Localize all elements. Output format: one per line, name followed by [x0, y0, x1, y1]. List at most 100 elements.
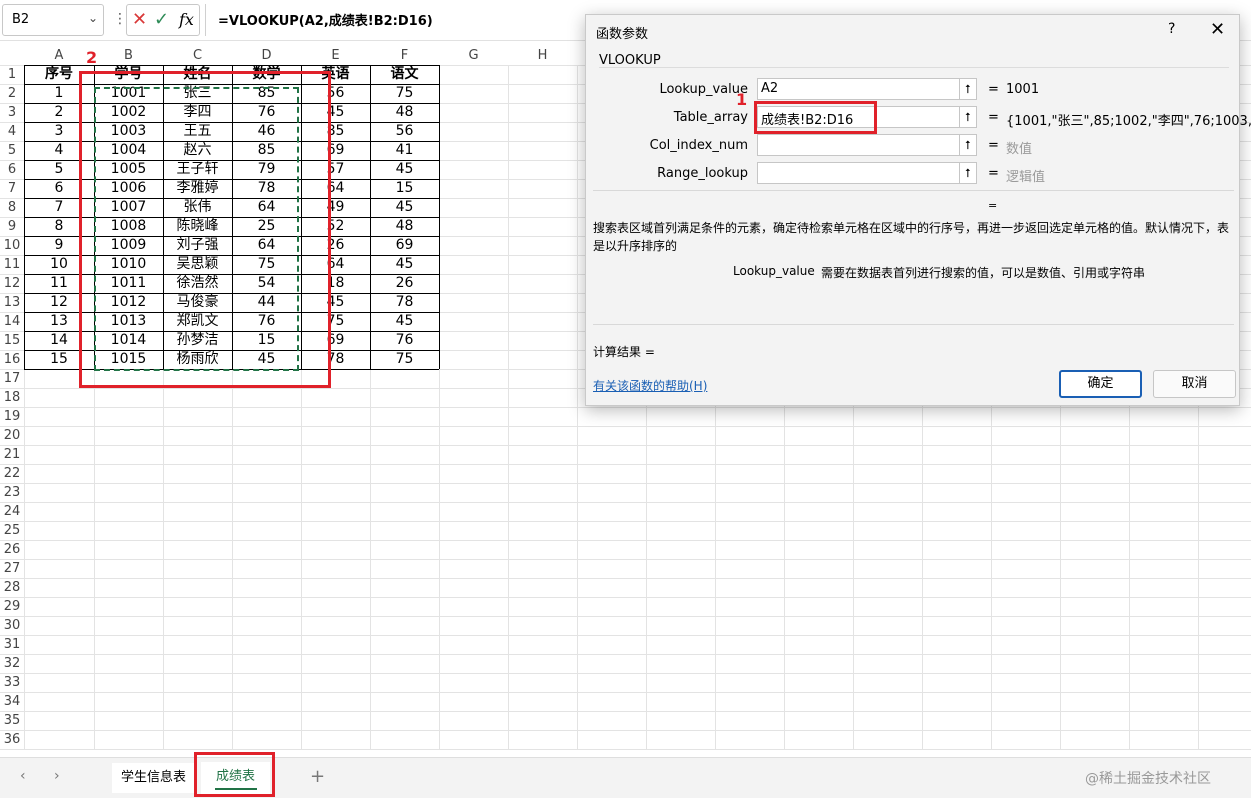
table-cell[interactable]: 76: [370, 331, 439, 350]
row-header[interactable]: 25: [0, 521, 24, 540]
table-cell[interactable]: 45: [370, 198, 439, 217]
collapse-dialog-icon[interactable]: ⭡: [959, 78, 977, 100]
row-header[interactable]: 3: [0, 103, 24, 122]
row-header[interactable]: 31: [0, 635, 24, 654]
add-sheet-icon[interactable]: +: [310, 766, 325, 787]
row-header[interactable]: 28: [0, 578, 24, 597]
row-header[interactable]: 20: [0, 426, 24, 445]
column-header-h[interactable]: H: [508, 47, 577, 65]
row-header[interactable]: 10: [0, 236, 24, 255]
name-box[interactable]: B2 ⌄: [2, 4, 104, 36]
column-header-d[interactable]: D: [232, 47, 301, 65]
column-header-f[interactable]: F: [370, 47, 439, 65]
row-header[interactable]: 14: [0, 312, 24, 331]
close-icon[interactable]: ✕: [1210, 19, 1225, 40]
row-header[interactable]: 8: [0, 198, 24, 217]
column-header-a[interactable]: A: [24, 47, 94, 65]
arg-input-col-index-num[interactable]: [757, 134, 977, 156]
row-header[interactable]: 30: [0, 616, 24, 635]
equals-sign: =: [988, 138, 999, 153]
arg-result-lookup-value: 1001: [1006, 82, 1040, 97]
chevron-right-icon[interactable]: ›: [54, 768, 60, 784]
table-cell[interactable]: 48: [370, 217, 439, 236]
row-header[interactable]: 26: [0, 540, 24, 559]
row-header[interactable]: 7: [0, 179, 24, 198]
row-header[interactable]: 12: [0, 274, 24, 293]
row-header[interactable]: 32: [0, 654, 24, 673]
table-cell[interactable]: 41: [370, 141, 439, 160]
row-header[interactable]: 19: [0, 407, 24, 426]
table-cell[interactable]: 48: [370, 103, 439, 122]
arg-label-range-lookup: Range_lookup: [657, 166, 748, 181]
function-help-link[interactable]: 有关该函数的帮助(H): [593, 377, 707, 394]
collapse-dialog-icon[interactable]: ⭡: [959, 106, 977, 128]
table-cell[interactable]: 75: [370, 350, 439, 369]
equals-sign: =: [988, 166, 999, 181]
row-header[interactable]: 6: [0, 160, 24, 179]
formula-text: =VLOOKUP(A2,成绩表!B2:D16): [218, 14, 433, 29]
row-header[interactable]: 9: [0, 217, 24, 236]
row-header[interactable]: 18: [0, 388, 24, 407]
equals-sign: =: [988, 82, 999, 97]
formula-buttons: ✕ ✓ fx: [126, 4, 200, 36]
name-box-value: B2: [12, 12, 30, 27]
arg-label-col-index-num: Col_index_num: [649, 138, 748, 153]
arg-result-range-lookup: 逻辑值: [1006, 170, 1046, 185]
column-header-e[interactable]: E: [301, 47, 370, 65]
row-header[interactable]: 17: [0, 369, 24, 388]
help-icon[interactable]: ?: [1168, 21, 1175, 37]
row-header[interactable]: 36: [0, 730, 24, 749]
table-cell[interactable]: 75: [370, 84, 439, 103]
arg-input-range-lookup[interactable]: [757, 162, 977, 184]
cancel-icon[interactable]: ✕: [132, 9, 147, 30]
function-arguments-dialog: 函数参数 ? ✕ VLOOKUP Lookup_value A2 ⭡ = 100…: [585, 14, 1251, 406]
row-header[interactable]: 24: [0, 502, 24, 521]
fx-icon[interactable]: fx: [179, 10, 194, 29]
table-cell[interactable]: 78: [370, 293, 439, 312]
chevron-left-icon[interactable]: ‹: [20, 768, 26, 784]
row-header[interactable]: 13: [0, 293, 24, 312]
column-header-b[interactable]: B: [94, 47, 163, 65]
row-header[interactable]: 2: [0, 84, 24, 103]
row-header[interactable]: 21: [0, 445, 24, 464]
row-header[interactable]: 23: [0, 483, 24, 502]
row-header[interactable]: 22: [0, 464, 24, 483]
arg-input-lookup-value[interactable]: A2: [757, 78, 977, 100]
table-cell[interactable]: 26: [370, 274, 439, 293]
row-header[interactable]: 4: [0, 122, 24, 141]
table-cell[interactable]: 45: [370, 255, 439, 274]
collapse-dialog-icon[interactable]: ⭡: [959, 134, 977, 156]
collapse-dialog-icon[interactable]: ⭡: [959, 162, 977, 184]
row-header[interactable]: 15: [0, 331, 24, 350]
row-header[interactable]: 27: [0, 559, 24, 578]
function-description: 搜索表区域首列满足条件的元素，确定待检索单元格在区域中的行序号，再进一步返回选定…: [593, 221, 1230, 253]
equals-sign: =: [988, 110, 999, 125]
column-header-c[interactable]: C: [163, 47, 232, 65]
table-cell[interactable]: 45: [370, 312, 439, 331]
row-header[interactable]: 11: [0, 255, 24, 274]
divider: [593, 324, 1234, 325]
calc-result: 计算结果 =: [593, 345, 655, 359]
cancel-button[interactable]: 取消: [1153, 370, 1236, 398]
tab-student-info[interactable]: 学生信息表: [112, 763, 196, 793]
column-header-g[interactable]: G: [439, 47, 508, 65]
row-header[interactable]: 33: [0, 673, 24, 692]
chevron-down-icon[interactable]: ⌄: [88, 11, 98, 25]
table-cell[interactable]: 45: [370, 160, 439, 179]
confirm-icon[interactable]: ✓: [154, 9, 169, 30]
row-header[interactable]: 16: [0, 350, 24, 369]
row-header[interactable]: 34: [0, 692, 24, 711]
row-header[interactable]: 1: [0, 65, 24, 84]
header-cell[interactable]: 语文: [370, 65, 439, 84]
table-cell[interactable]: 69: [370, 236, 439, 255]
arg-label-table-array: Table_array: [673, 110, 748, 125]
row-header[interactable]: 35: [0, 711, 24, 730]
arg-description-text: 需要在数据表首列进行搜索的值，可以是数值、引用或字符串: [821, 266, 1146, 280]
divider: [593, 190, 1234, 191]
table-cell[interactable]: 56: [370, 122, 439, 141]
row-header[interactable]: 29: [0, 597, 24, 616]
row-header[interactable]: 5: [0, 141, 24, 160]
table-cell[interactable]: 15: [370, 179, 439, 198]
arg-description-name: Lookup_value: [733, 264, 815, 278]
ok-button[interactable]: 确定: [1059, 370, 1142, 398]
